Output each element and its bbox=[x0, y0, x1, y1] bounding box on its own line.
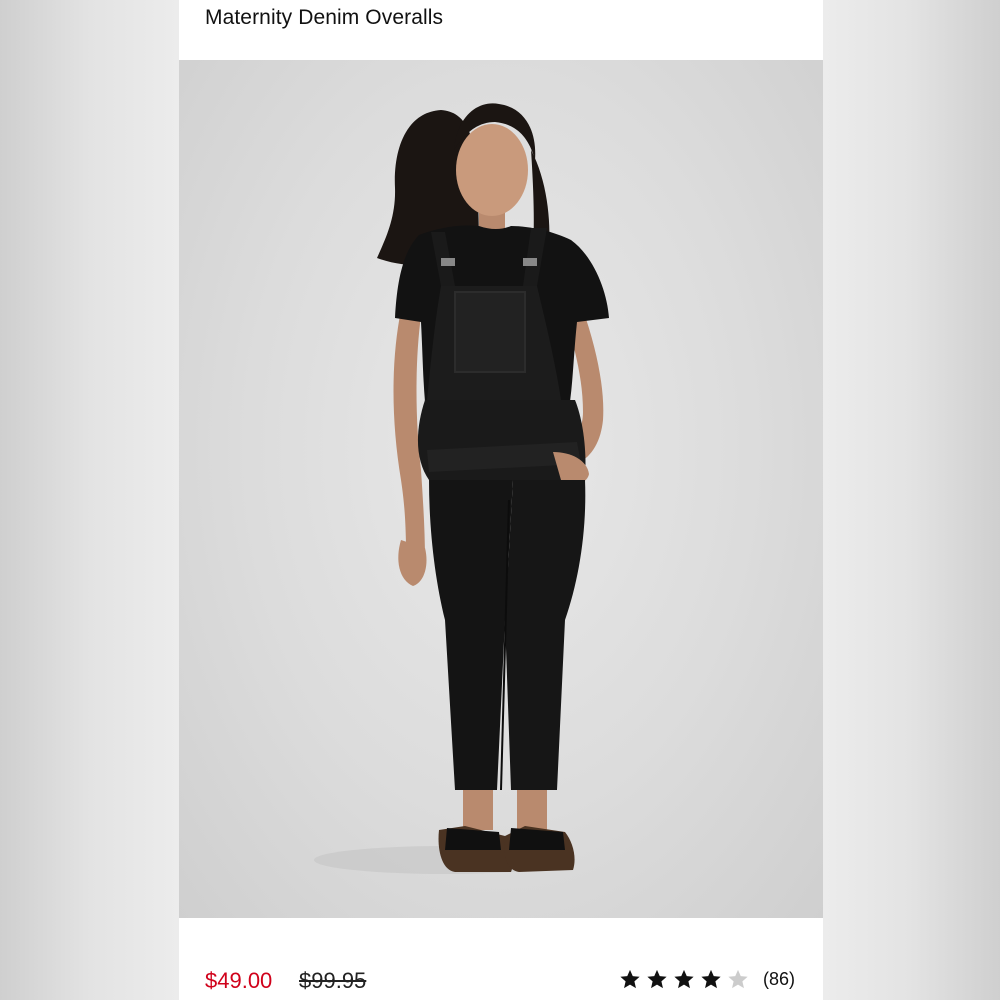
model-photo bbox=[314, 103, 609, 874]
review-count: (86) bbox=[762, 968, 795, 989]
original-price: $99.95 bbox=[299, 968, 367, 993]
star-icon-filled bbox=[674, 969, 694, 989]
product-rating[interactable]: (86) bbox=[619, 968, 795, 990]
star-icon-filled bbox=[647, 969, 667, 989]
product-title: Maternity Denim Overalls bbox=[205, 6, 444, 29]
star-icon-empty bbox=[728, 969, 748, 989]
rating-stars bbox=[619, 968, 749, 990]
star-icon-filled bbox=[701, 969, 721, 989]
product-card: Maternity Denim Overalls $49.00 $99.95 (… bbox=[179, 0, 823, 1000]
price-rating-bar: $49.00 $99.95 (86) bbox=[179, 918, 823, 1000]
sale-price: $49.00 bbox=[205, 968, 273, 993]
product-image[interactable] bbox=[179, 60, 823, 918]
star-icon-filled bbox=[620, 969, 640, 989]
